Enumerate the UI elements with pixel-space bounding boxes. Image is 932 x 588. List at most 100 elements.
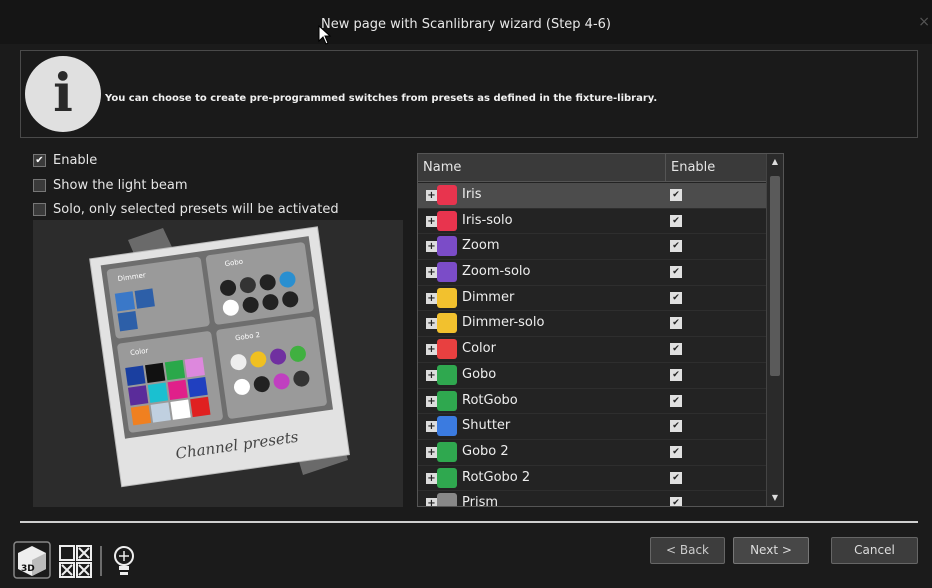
rotgobo-icon [437,390,457,411]
expand-plus-icon[interactable]: + [426,472,437,484]
table-row[interactable]: + Dimmer-solo ✔ [418,311,767,338]
bottom-toolbar: 3D [12,540,162,584]
row-enable-checkbox[interactable]: ✔ [670,291,682,304]
show-light-beam-checkbox[interactable]: Show the light beam [33,176,188,194]
row-enable-checkbox[interactable]: ✔ [670,240,682,253]
row-enable-checkbox[interactable]: ✔ [670,420,682,433]
table-row[interactable]: + RotGobo ✔ [418,389,767,415]
table-header: Name Enable [418,154,767,182]
bulb-icon[interactable] [114,546,134,575]
row-enable-checkbox[interactable]: ✔ [670,445,682,458]
row-name: Gobo [462,366,497,382]
scroll-down-icon[interactable]: ▼ [767,490,783,506]
table-row[interactable]: + Gobo ✔ [418,363,767,389]
table-row[interactable]: + Dimmer ✔ [418,286,767,312]
enable-label: Enable [53,152,98,168]
row-enable-checkbox[interactable]: ✔ [670,189,682,201]
expand-plus-icon[interactable]: + [426,190,437,201]
enable-checkbox[interactable]: ✔ Enable [33,151,97,169]
table-row[interactable]: + Iris-solo ✔ [418,209,767,235]
color-wheel-icon [437,339,457,360]
column-header-name[interactable]: Name [423,160,461,175]
gobo-icon [437,364,457,385]
expand-plus-icon[interactable]: + [426,292,437,304]
table-row[interactable]: + Zoom ✔ [418,234,767,261]
table-row[interactable]: + Color ✔ [418,337,767,363]
channel-presets-preview: Dimmer Gobo Color Gobo 2 Channel presets [33,220,403,507]
row-name: Dimmer-solo [462,315,545,331]
table-body: + Iris ✔ + Iris-solo ✔ + Zoom ✔ + Zoom-solo ✔ + Dimme… [418,183,767,507]
checkbox-checked-icon[interactable]: ✔ [33,153,46,167]
row-enable-checkbox[interactable]: ✔ [670,471,682,484]
window-title: New page with Scanlibrary wizard (Step 4… [320,17,611,32]
row-name: Color [462,341,496,357]
row-name: Zoom [462,238,500,254]
row-name: Zoom-solo [462,264,531,280]
3d-view-label: 3D [21,564,35,574]
column-header-enable[interactable]: Enable [671,160,715,175]
cancel-button[interactable]: Cancel [831,537,918,564]
expand-plus-icon[interactable]: + [426,215,437,227]
info-panel: i You can choose to create pre-programme… [20,50,918,138]
scrollbar-thumb[interactable] [770,176,780,376]
zoom-icon [437,262,457,283]
presets-table[interactable]: Name Enable + Iris ✔ + Iris-solo ✔ + Zoom ✔ + Zoom… [417,153,784,507]
table-row[interactable]: + Gobo 2 ✔ [418,440,767,466]
checkbox-icon[interactable] [33,178,46,192]
row-name: Dimmer [462,289,515,305]
table-row[interactable]: + Prism ✔ [418,491,767,507]
expand-plus-icon[interactable]: + [426,241,437,253]
row-name: Gobo 2 [462,443,509,459]
shutter-icon [437,416,457,437]
row-enable-checkbox[interactable]: ✔ [670,214,682,227]
row-name: Prism [462,495,499,507]
gobo-icon [437,441,457,462]
expand-plus-icon[interactable]: + [426,421,437,433]
mouse-cursor-icon [318,25,332,45]
next-button[interactable]: Next > [733,537,809,564]
expand-plus-icon[interactable]: + [426,446,437,458]
checkbox-icon[interactable] [33,202,46,216]
row-enable-checkbox[interactable]: ✔ [670,368,682,381]
dimmer-icon [437,287,457,308]
expand-plus-icon[interactable]: + [426,318,437,330]
prism-icon [437,493,457,506]
table-row[interactable]: + Iris ✔ [418,183,767,209]
channel-presets-illustration: Dimmer Gobo Color Gobo 2 Channel presets [33,220,403,507]
vertical-scrollbar[interactable]: ▲ ▼ [766,154,783,506]
table-row[interactable]: + RotGobo 2 ✔ [418,466,767,492]
expand-plus-icon[interactable]: + [426,267,437,279]
table-row[interactable]: + Zoom-solo ✔ [418,260,767,286]
expand-plus-icon[interactable]: + [426,395,437,407]
3d-view-icon[interactable]: 3D [13,541,51,579]
back-button[interactable]: < Back [650,537,725,564]
expand-plus-icon[interactable]: + [426,369,437,381]
row-enable-checkbox[interactable]: ✔ [670,343,682,356]
title-bar: New page with Scanlibrary wizard (Step 4… [0,0,932,45]
row-enable-checkbox[interactable]: ✔ [670,266,682,279]
close-icon[interactable]: × [918,14,930,30]
solo-checkbox[interactable]: Solo, only selected presets will be acti… [33,200,339,218]
row-name: Iris [462,187,482,202]
rotgobo-icon [437,467,457,488]
dimmer-icon [437,313,457,334]
show-light-beam-label: Show the light beam [53,177,188,193]
row-enable-checkbox[interactable]: ✔ [670,394,682,407]
footer-divider [20,521,918,523]
scroll-up-icon[interactable]: ▲ [767,154,783,170]
row-enable-checkbox[interactable]: ✔ [670,497,682,506]
table-row[interactable]: + Shutter ✔ [418,414,767,440]
row-name: Iris-solo [462,212,513,228]
expand-plus-icon[interactable]: + [426,344,437,356]
row-enable-checkbox[interactable]: ✔ [670,317,682,330]
row-name: RotGobo 2 [462,469,531,485]
expand-plus-icon[interactable]: + [426,498,437,506]
grid-icon[interactable] [59,545,92,578]
iris-icon [437,210,457,231]
column-divider [665,154,666,182]
row-name: RotGobo [462,392,518,408]
zoom-icon [437,236,457,257]
info-icon: i [25,56,101,132]
solo-label: Solo, only selected presets will be acti… [53,201,339,217]
iris-icon [437,185,457,205]
